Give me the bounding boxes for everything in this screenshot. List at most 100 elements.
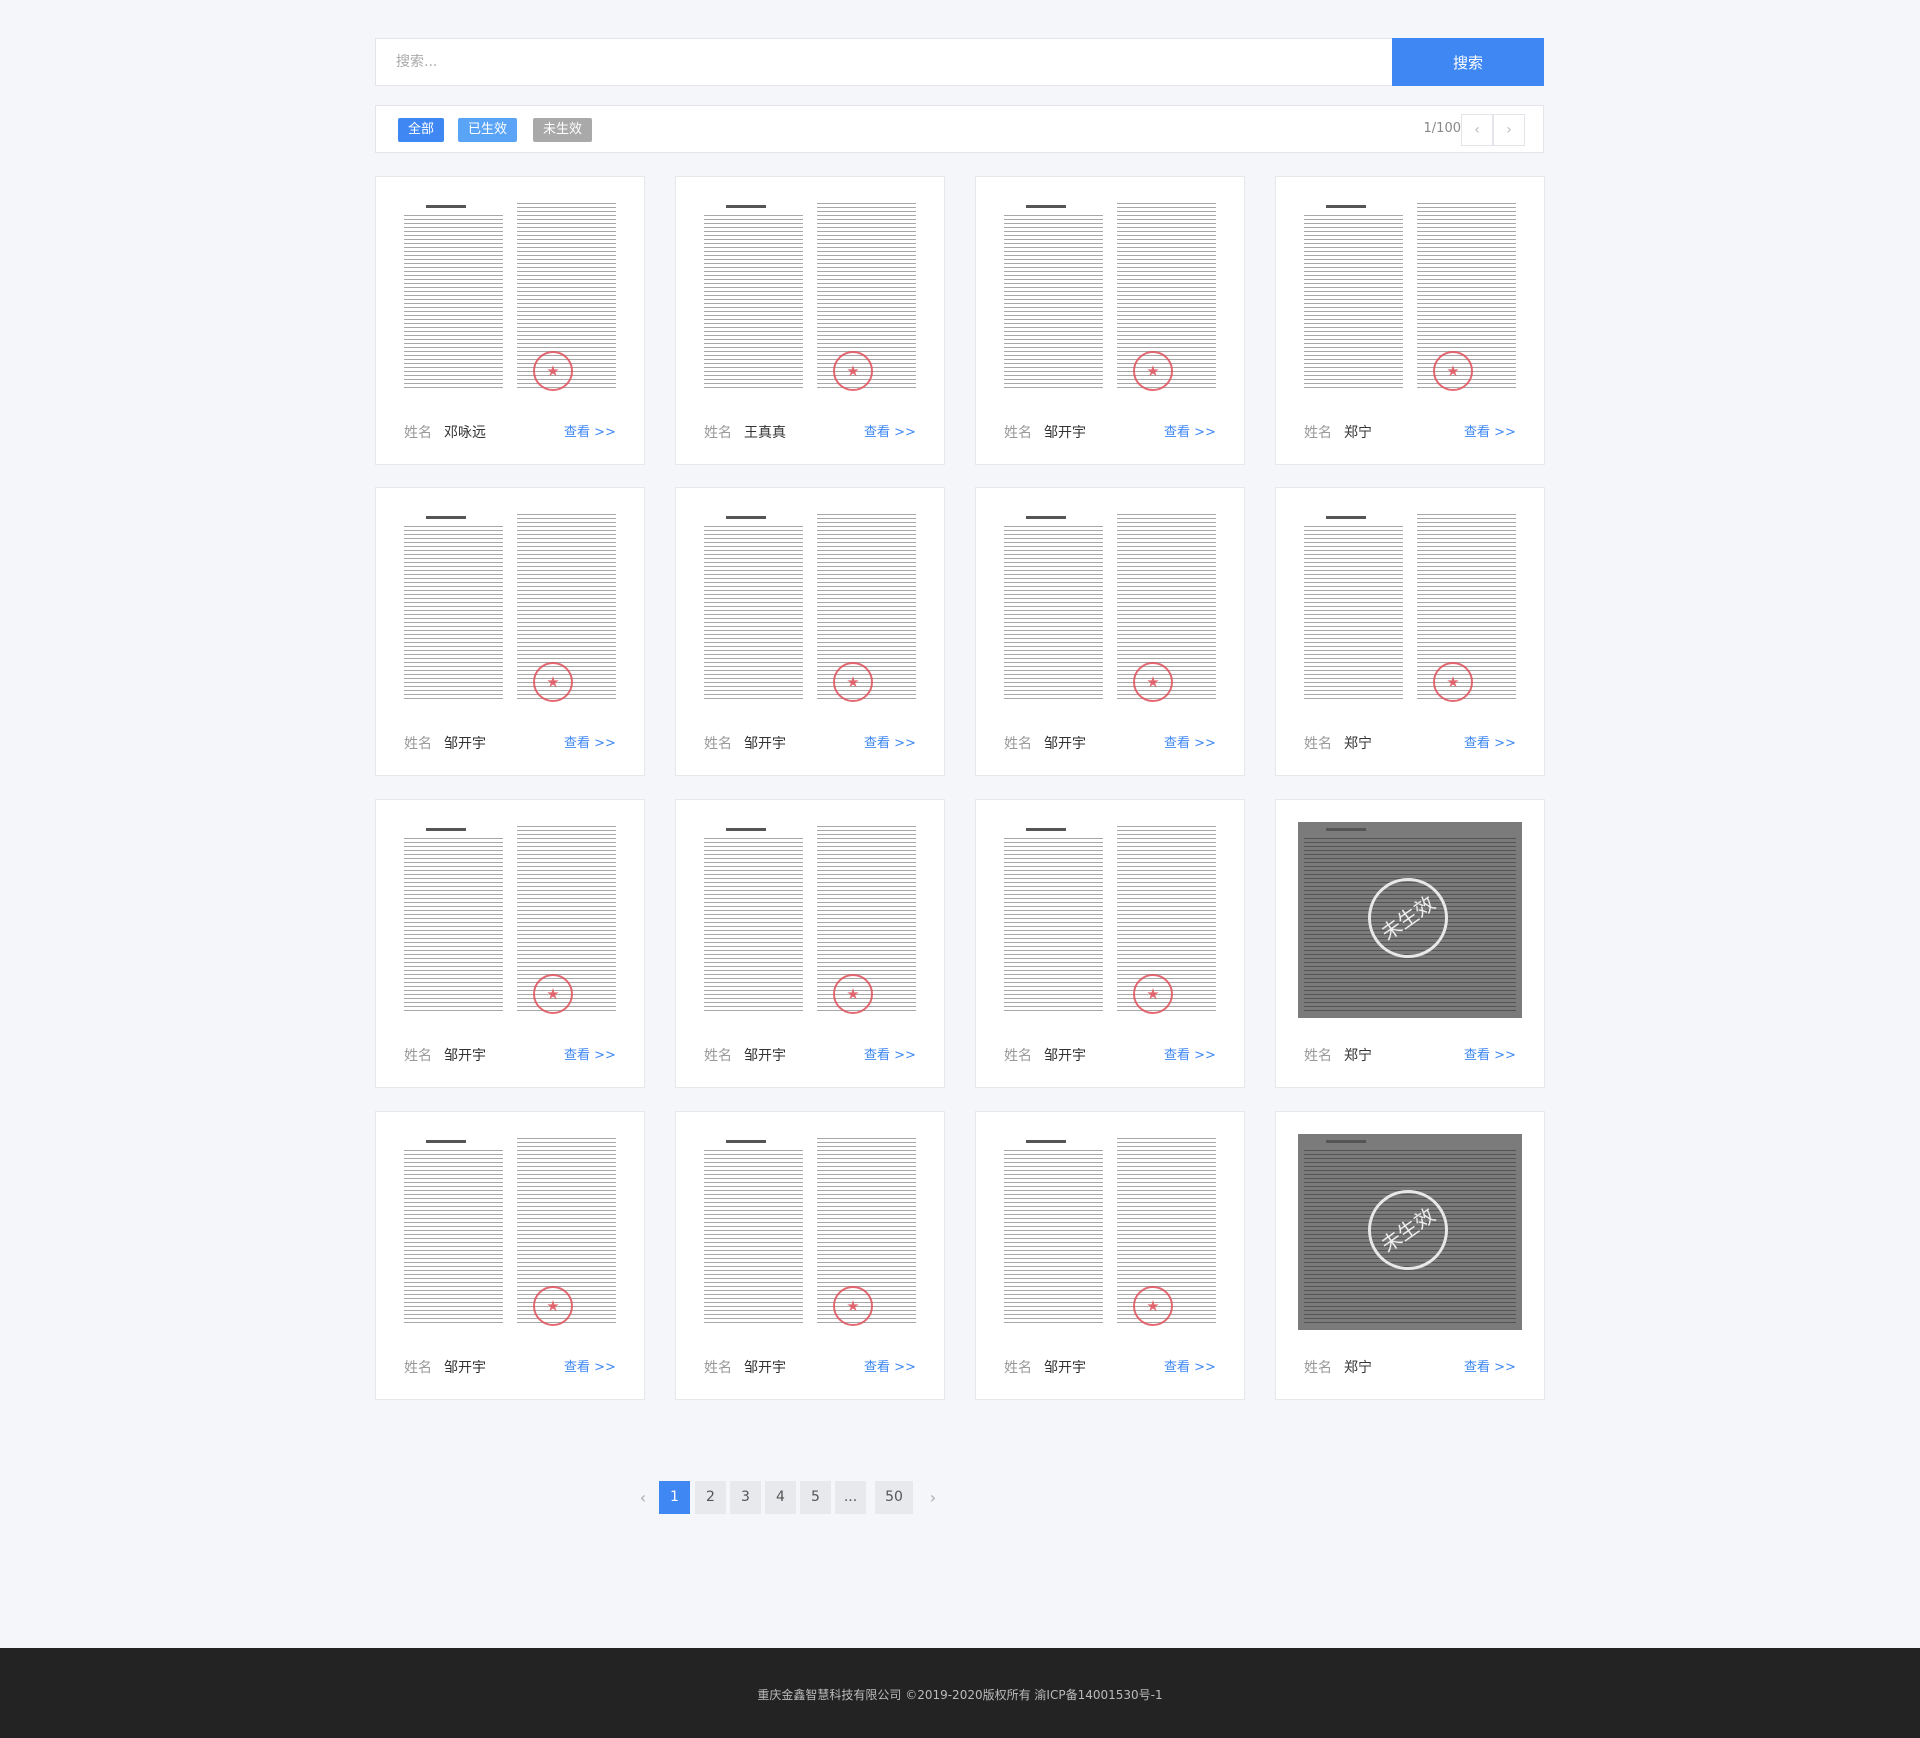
document-heading-line: [1326, 1140, 1366, 1143]
name-value: 邓咏远: [444, 425, 486, 441]
document-text-lines: [704, 215, 803, 389]
document-thumbnail[interactable]: 未生效: [398, 1134, 622, 1330]
seal-stamp-icon: [1133, 662, 1173, 702]
seal-stamp-icon: [1133, 974, 1173, 1014]
document-page-left: [998, 822, 1109, 1018]
pagination-page[interactable]: 3: [730, 1481, 761, 1514]
document-card[interactable]: 未生效姓名郑宁 查看 >>: [1275, 799, 1545, 1088]
document-page-right: [1411, 510, 1522, 706]
seal-stamp-icon: [1133, 1286, 1173, 1326]
view-link[interactable]: 查看 >>: [1464, 1044, 1516, 1063]
view-link[interactable]: 查看 >>: [1164, 732, 1216, 751]
pagination-page[interactable]: 2: [695, 1481, 726, 1514]
document-thumbnail[interactable]: 未生效: [998, 199, 1222, 395]
document-heading-line: [426, 205, 466, 208]
document-card[interactable]: 未生效姓名邹开宇 查看 >>: [975, 176, 1245, 465]
document-card[interactable]: 未生效姓名邹开宇 查看 >>: [375, 1111, 645, 1400]
document-thumbnail[interactable]: 未生效: [398, 822, 622, 1018]
document-heading-line: [1026, 516, 1066, 519]
pagination-ellipsis: ...: [835, 1481, 866, 1514]
view-link[interactable]: 查看 >>: [1164, 421, 1216, 440]
document-page-left: [1298, 199, 1409, 395]
document-text-lines: [1004, 838, 1103, 1012]
seal-stamp-icon: [1433, 351, 1473, 391]
view-link[interactable]: 查看 >>: [1464, 732, 1516, 751]
name-value: 邹开宇: [444, 1360, 486, 1376]
view-link[interactable]: 查看 >>: [1164, 1044, 1216, 1063]
document-thumbnail[interactable]: 未生效: [998, 1134, 1222, 1330]
next-page-button[interactable]: ›: [1493, 114, 1525, 146]
document-card[interactable]: 未生效姓名邹开宇 查看 >>: [375, 487, 645, 776]
document-page-right: [1111, 1134, 1222, 1330]
view-link[interactable]: 查看 >>: [564, 421, 616, 440]
view-link[interactable]: 查看 >>: [564, 732, 616, 751]
footer-copyright: 重庆金鑫智慧科技有限公司 ©2019-2020版权所有 渝ICP备1400153…: [757, 1688, 1163, 1702]
document-thumbnail[interactable]: 未生效: [698, 822, 922, 1018]
search-button[interactable]: 搜索: [1392, 38, 1544, 86]
pagination-page[interactable]: 50: [875, 1481, 913, 1514]
document-thumbnail[interactable]: 未生效: [998, 822, 1222, 1018]
document-thumbnail[interactable]: 未生效: [1298, 510, 1522, 706]
name-label: 姓名: [1004, 736, 1032, 752]
view-link[interactable]: 查看 >>: [864, 1356, 916, 1375]
name-value: 邹开宇: [1044, 736, 1086, 752]
view-link[interactable]: 查看 >>: [864, 421, 916, 440]
seal-stamp-icon: [833, 662, 873, 702]
search-bar: 搜索: [375, 38, 1544, 86]
document-text-lines: [704, 1150, 803, 1324]
filter-inactive-tag[interactable]: 未生效: [533, 118, 593, 142]
name-value: 邹开宇: [744, 1048, 786, 1064]
document-card[interactable]: 未生效姓名邹开宇 查看 >>: [675, 799, 945, 1088]
name-label: 姓名: [404, 736, 432, 752]
document-card[interactable]: 未生效姓名王真真 查看 >>: [675, 176, 945, 465]
name-label: 姓名: [704, 425, 732, 441]
document-card[interactable]: 未生效姓名郑宁 查看 >>: [1275, 487, 1545, 776]
view-link[interactable]: 查看 >>: [564, 1356, 616, 1375]
document-card[interactable]: 未生效姓名邹开宇 查看 >>: [375, 799, 645, 1088]
pagination-page[interactable]: 5: [800, 1481, 831, 1514]
pagination-page[interactable]: 1: [659, 1481, 690, 1514]
view-link[interactable]: 查看 >>: [864, 1044, 916, 1063]
document-card[interactable]: 未生效姓名邹开宇 查看 >>: [675, 1111, 945, 1400]
pagination-prev-icon[interactable]: ‹: [628, 1481, 658, 1514]
document-thumbnail[interactable]: 未生效: [998, 510, 1222, 706]
view-link[interactable]: 查看 >>: [1464, 421, 1516, 440]
document-thumbnail[interactable]: 未生效: [398, 510, 622, 706]
search-input[interactable]: [375, 38, 1392, 86]
document-heading-line: [726, 516, 766, 519]
document-card[interactable]: 未生效姓名郑宁 查看 >>: [1275, 1111, 1545, 1400]
view-link[interactable]: 查看 >>: [864, 732, 916, 751]
document-thumbnail[interactable]: 未生效: [698, 510, 922, 706]
document-card[interactable]: 未生效姓名邓咏远 查看 >>: [375, 176, 645, 465]
view-link[interactable]: 查看 >>: [1164, 1356, 1216, 1375]
document-text-lines: [404, 838, 503, 1012]
document-thumbnail[interactable]: 未生效: [1298, 822, 1522, 1018]
document-thumbnail[interactable]: 未生效: [1298, 199, 1522, 395]
document-thumbnail[interactable]: 未生效: [398, 199, 622, 395]
document-page-right: [811, 199, 922, 395]
name-label: 姓名: [404, 1360, 432, 1376]
pagination-next-icon[interactable]: ›: [918, 1481, 948, 1514]
document-page-right: [811, 510, 922, 706]
document-card[interactable]: 未生效姓名邹开宇 查看 >>: [975, 487, 1245, 776]
document-page-left: [398, 822, 509, 1018]
document-thumbnail[interactable]: 未生效: [698, 199, 922, 395]
document-card[interactable]: 未生效姓名邹开宇 查看 >>: [675, 487, 945, 776]
document-thumbnail[interactable]: 未生效: [698, 1134, 922, 1330]
document-page-right: [511, 822, 622, 1018]
document-card[interactable]: 未生效姓名邹开宇 查看 >>: [975, 799, 1245, 1088]
view-link[interactable]: 查看 >>: [1464, 1356, 1516, 1375]
pagination-page[interactable]: 4: [765, 1481, 796, 1514]
document-card[interactable]: 未生效姓名郑宁 查看 >>: [1275, 176, 1545, 465]
filter-active-tag[interactable]: 已生效: [458, 118, 518, 142]
seal-stamp-icon: [1433, 662, 1473, 702]
document-card[interactable]: 未生效姓名邹开宇 查看 >>: [975, 1111, 1245, 1400]
document-text-lines: [704, 526, 803, 700]
document-text-lines: [1304, 526, 1403, 700]
prev-page-button[interactable]: ‹: [1461, 114, 1493, 146]
view-link[interactable]: 查看 >>: [564, 1044, 616, 1063]
seal-stamp-icon: [833, 1286, 873, 1326]
document-thumbnail[interactable]: 未生效: [1298, 1134, 1522, 1330]
filter-all-tag[interactable]: 全部: [398, 118, 445, 142]
document-page-right: [811, 822, 922, 1018]
